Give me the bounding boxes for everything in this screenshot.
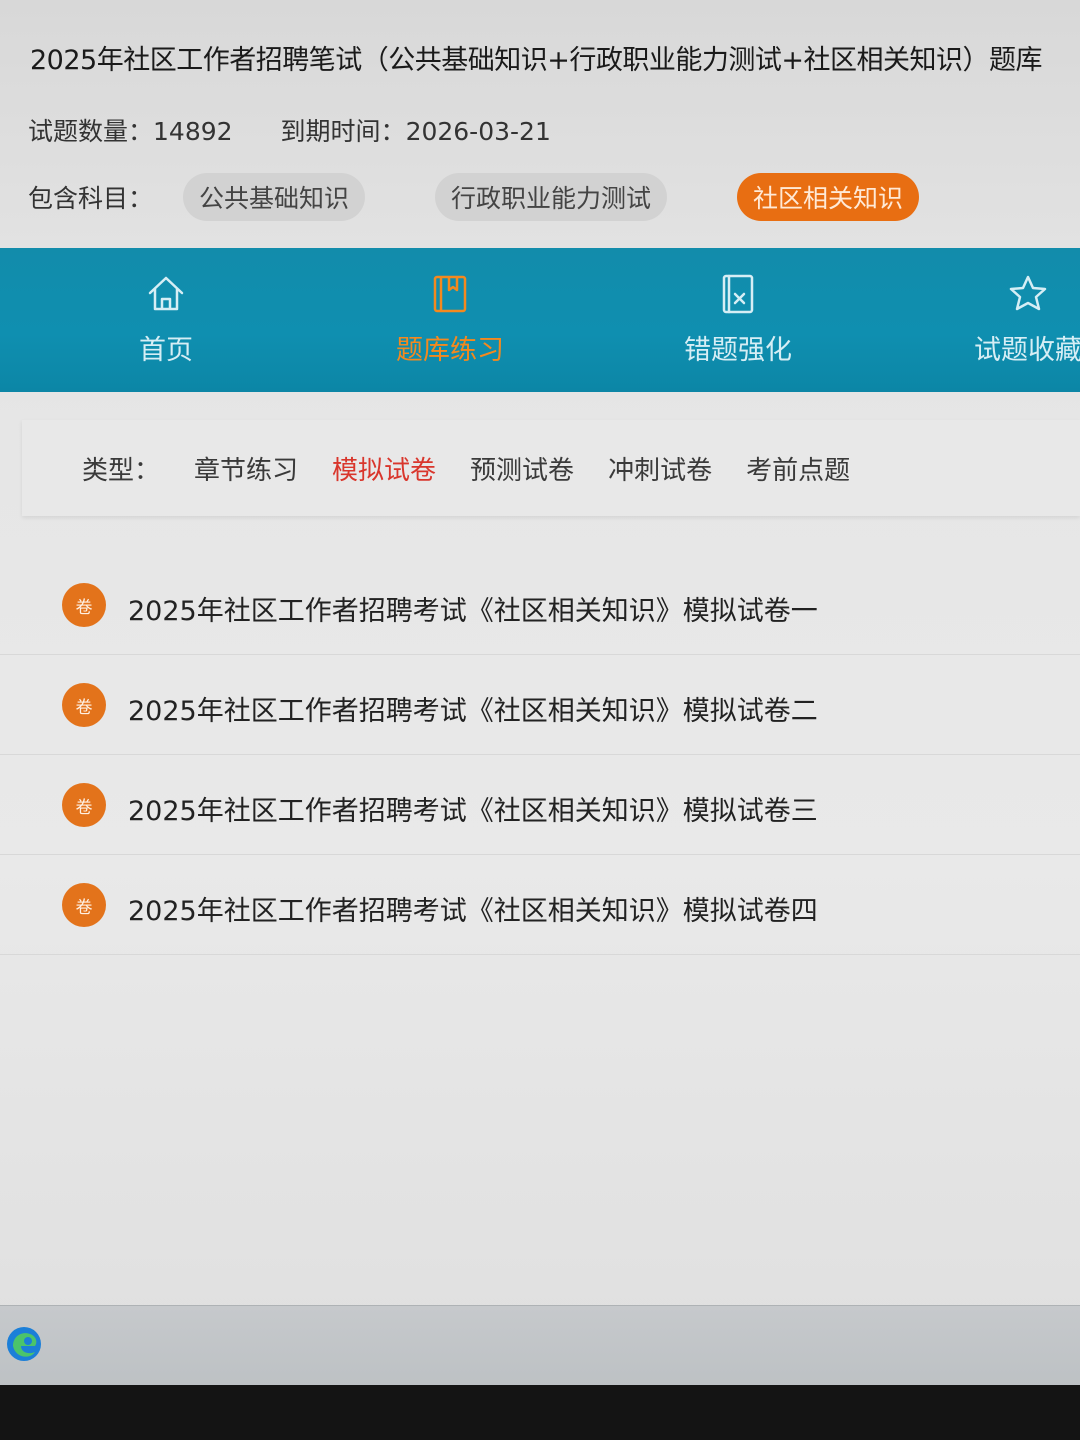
paper-title[interactable]: 2025年社区工作者招聘考试《社区相关知识》模拟试卷一 (128, 589, 818, 628)
star-icon (1009, 275, 1047, 311)
nav-question-bank[interactable]: 题库练习 (350, 248, 550, 392)
list-item[interactable]: 卷 2025年社区工作者招聘考试《社区相关知识》模拟试卷二 (0, 655, 1080, 755)
bank-header: 2025年社区工作者招聘笔试（公共基础知识+行政职业能力测试+社区相关知识）题库… (0, 0, 1080, 250)
meta-row: 试题数量：14892 到期时间：2026-03-21 (28, 112, 599, 148)
edge-browser-icon[interactable] (4, 1324, 44, 1364)
type-chapter-practice[interactable]: 章节练习 (194, 450, 298, 487)
nav-favorites-label: 试题收藏 (974, 335, 1080, 366)
paper-badge-icon: 卷 (62, 583, 106, 627)
nav-question-bank-label: 题库练习 (396, 335, 504, 366)
question-count-value: 14892 (153, 117, 233, 146)
question-count-label: 试题数量： (28, 117, 154, 146)
expiry-value: 2026-03-21 (405, 117, 551, 146)
paper-list: 卷 2025年社区工作者招聘考试《社区相关知识》模拟试卷一 卷 2025年社区工… (0, 555, 1080, 955)
monitor-bezel (0, 1385, 1080, 1440)
type-label: 类型： (82, 455, 161, 486)
page: 2025年社区工作者招聘笔试（公共基础知识+行政职业能力测试+社区相关知识）题库… (0, 0, 1080, 1440)
list-item[interactable]: 卷 2025年社区工作者招聘考试《社区相关知识》模拟试卷三 (0, 755, 1080, 855)
list-item[interactable]: 卷 2025年社区工作者招聘考试《社区相关知识》模拟试卷四 (0, 855, 1080, 955)
home-icon (148, 276, 184, 311)
expiry-date: 到期时间：2026-03-21 (281, 112, 551, 148)
paper-badge-icon: 卷 (62, 883, 106, 927)
paper-title[interactable]: 2025年社区工作者招聘考试《社区相关知识》模拟试卷二 (128, 689, 818, 728)
taskbar (0, 1305, 1080, 1386)
expiry-label: 到期时间： (280, 117, 406, 146)
type-sprint-exam[interactable]: 冲刺试卷 (608, 450, 712, 487)
nav-wrong-questions[interactable]: 错题强化 (638, 248, 838, 392)
list-item[interactable]: 卷 2025年社区工作者招聘考试《社区相关知识》模拟试卷一 (0, 555, 1080, 655)
subject-chip-community-knowledge[interactable]: 社区相关知识 (737, 173, 920, 221)
nav-home-label: 首页 (139, 335, 193, 366)
nav-favorites[interactable]: 试题收藏 (928, 248, 1080, 392)
type-predict-exam[interactable]: 预测试卷 (470, 450, 574, 487)
main-nav: 首页 题库练习 错题强化 试题收藏 (0, 248, 1080, 392)
type-filter-bar: 类型： 章节练习 模拟试卷 预测试卷 冲刺试卷 考前点题 (22, 420, 1080, 516)
type-mock-exam[interactable]: 模拟试卷 (332, 450, 436, 487)
subject-chip-public-basics[interactable]: 公共基础知识 (183, 173, 366, 221)
page-title: 2025年社区工作者招聘笔试（公共基础知识+行政职业能力测试+社区相关知识）题库 (30, 45, 1042, 76)
paper-badge-icon: 卷 (62, 683, 106, 727)
subject-list: 包含科目： 公共基础知识 行政职业能力测试 社区相关知识 (28, 172, 989, 222)
question-count: 试题数量：14892 (28, 112, 233, 148)
nav-home[interactable]: 首页 (66, 248, 266, 392)
subjects-label: 包含科目： (28, 184, 154, 213)
nav-wrong-questions-label: 错题强化 (684, 335, 792, 366)
book-icon (433, 275, 467, 313)
subject-chip-admin-aptitude[interactable]: 行政职业能力测试 (435, 173, 668, 221)
paper-title[interactable]: 2025年社区工作者招聘考试《社区相关知识》模拟试卷四 (128, 889, 818, 928)
paper-badge-icon: 卷 (62, 783, 106, 827)
paper-title[interactable]: 2025年社区工作者招聘考试《社区相关知识》模拟试卷三 (128, 789, 818, 828)
type-key-points[interactable]: 考前点题 (746, 450, 850, 487)
wrong-question-icon (722, 274, 754, 314)
